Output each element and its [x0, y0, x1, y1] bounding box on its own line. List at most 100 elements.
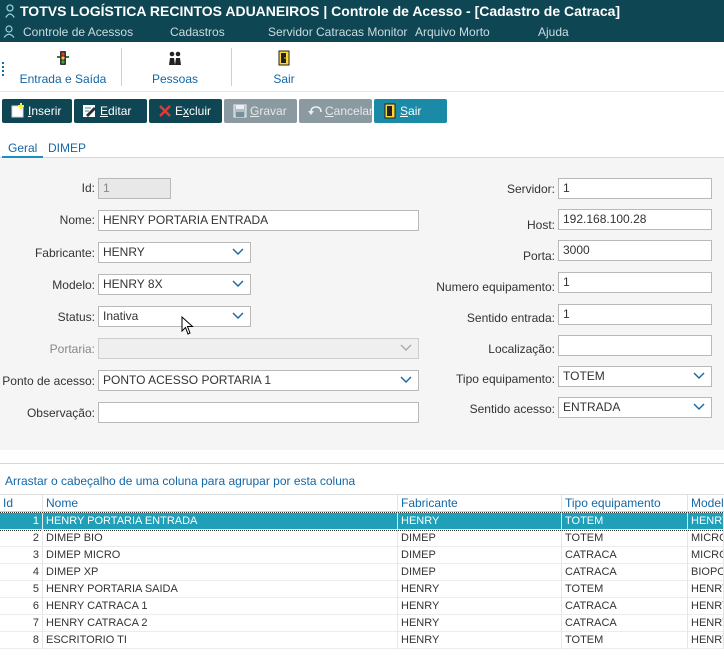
localizacao-field[interactable] — [558, 335, 712, 356]
cell-id: 6 — [0, 598, 43, 615]
cell-fabricante: DIMEP — [398, 530, 562, 547]
undo-icon — [308, 106, 322, 115]
table-row[interactable]: 4 DIMEP XP DIMEP CATRACA BIOPO — [0, 564, 724, 581]
inserir-button[interactable]: Inserir — [2, 99, 72, 123]
pessoas-button[interactable]: Pessoas — [140, 48, 210, 88]
tab-strip: Geral DIMEP — [0, 138, 724, 158]
cell-tipo-equipamento: CATRACA — [562, 598, 688, 615]
cell-id: 2 — [0, 530, 43, 547]
editar-button[interactable]: Editar — [74, 99, 147, 123]
table-row[interactable]: 3DIMEP MICRODIMEPCATRACAMICRO — [0, 547, 724, 564]
column-header-fabricante[interactable]: Fabricante — [398, 495, 562, 513]
servidor-field[interactable]: 1 — [558, 178, 712, 199]
quick-access-bar: Entrada e Saída Pessoas Sair — [0, 42, 724, 92]
delete-x-icon — [159, 105, 171, 117]
table-row[interactable]: 8ESCRITORIO TIHENRYTOTEMHENRY — [0, 632, 724, 649]
column-header-id[interactable]: Id — [0, 495, 43, 513]
status-select[interactable]: Inativa — [98, 306, 251, 327]
menu-bar: Controle de Acessos Cadastros Servidor C… — [0, 22, 724, 42]
fabricante-value: HENRY — [103, 245, 145, 259]
chevron-down-icon — [232, 248, 244, 255]
gravar-accel: G — [250, 104, 260, 118]
sair-accel: S — [400, 104, 409, 118]
tipo-equipamento-select[interactable]: TOTEM — [558, 366, 712, 387]
column-header-tipo-equipamento[interactable]: Tipo equipamento — [562, 495, 688, 513]
quickbar-divider — [121, 48, 122, 86]
cell-nome: HENRY PORTARIA SAIDA — [43, 581, 398, 598]
cell-nome: DIMEP XP — [43, 564, 398, 581]
table-row[interactable]: 1HENRY PORTARIA ENTRADAHENRYTOTEMHENRY — [0, 512, 724, 531]
tab-dimep[interactable]: DIMEP — [42, 138, 92, 158]
modelo-label: Modelo: — [52, 278, 95, 292]
cell-fabricante: HENRY — [398, 513, 562, 530]
menu-ajuda[interactable]: Ajuda — [538, 22, 569, 42]
catraca-form: Id: 1 Nome: HENRY PORTARIA ENTRADA Fabri… — [0, 158, 724, 450]
gravar-label: ravar — [259, 104, 287, 118]
status-label: Status: — [57, 310, 95, 324]
cell-nome: DIMEP MICRO — [43, 547, 398, 564]
sair-quick-button[interactable]: Sair — [262, 48, 306, 88]
cell-id: 4 — [0, 564, 43, 581]
table-row[interactable]: 6HENRY CATRACA 1HENRYCATRACAHENRY — [0, 598, 724, 615]
tipo-equipamento-label: Tipo equipamento: — [456, 372, 555, 386]
sentido-acesso-select[interactable]: ENTRADA — [558, 397, 712, 418]
excluir-button[interactable]: Excluir — [149, 99, 222, 123]
nome-field[interactable]: HENRY PORTARIA ENTRADA — [98, 210, 419, 231]
id-field: 1 — [98, 178, 171, 199]
modelo-select[interactable]: HENRY 8X — [98, 274, 251, 295]
menu-cadastros[interactable]: Cadastros — [170, 22, 225, 42]
cancelar-accel: C — [325, 104, 334, 118]
menu-servidor-catracas-monitor[interactable]: Servidor Catracas Monitor — [268, 22, 407, 42]
tab-geral[interactable]: Geral — [2, 138, 44, 158]
toolbar-grip[interactable] — [2, 62, 4, 76]
user-icon — [3, 25, 15, 38]
table-row[interactable]: 5HENRY PORTARIA SAIDAHENRYTOTEMHENRY — [0, 581, 724, 598]
table-row[interactable]: 7HENRY CATRACA 2HENRYCATRACAHENRY — [0, 615, 724, 632]
editar-accel: E — [100, 104, 109, 118]
chevron-down-icon — [232, 312, 244, 319]
ponto-acesso-select[interactable]: PONTO ACESSO PORTARIA 1 — [98, 370, 419, 391]
cell-id: 3 — [0, 547, 43, 564]
window-title-bar: TOTVS LOGÍSTICA RECINTOS ADUANEIROS | Co… — [0, 0, 724, 22]
cell-modelo: HENRY — [688, 615, 724, 632]
cell-fabricante: HENRY — [398, 598, 562, 615]
fabricante-select[interactable]: HENRY — [98, 242, 251, 263]
cancelar-button[interactable]: Cancelar — [299, 99, 373, 123]
cell-fabricante: DIMEP — [398, 564, 562, 581]
chevron-down-icon — [400, 344, 412, 351]
table-row[interactable]: 2DIMEP BIODIMEPTOTEMMICRO — [0, 530, 724, 547]
sair-label: air — [408, 104, 422, 118]
sair-button[interactable]: Sair — [374, 99, 447, 123]
cell-tipo-equipamento: TOTEM — [562, 632, 688, 649]
entrada-e-saida-button[interactable]: Entrada e Saída — [18, 48, 108, 88]
cell-nome: HENRY CATRACA 2 — [43, 615, 398, 632]
menu-controle-de-acessos[interactable]: Controle de Acessos — [23, 22, 133, 42]
column-header-modelo[interactable]: Modelo — [688, 495, 724, 513]
menu-arquivo-morto[interactable]: Arquivo Morto — [415, 22, 490, 42]
save-disk-icon — [233, 104, 247, 118]
insert-icon — [11, 103, 24, 118]
cell-id: 8 — [0, 632, 43, 649]
cell-modelo: HENRY — [688, 513, 724, 530]
modelo-value: HENRY 8X — [103, 277, 163, 291]
user-icon — [5, 4, 15, 18]
ponto-acesso-label: Ponto de acesso: — [2, 374, 95, 388]
gravar-button[interactable]: Gravar — [224, 99, 297, 123]
traffic-light-icon — [57, 51, 69, 65]
cell-tipo-equipamento: CATRACA — [562, 564, 688, 581]
mouse-pointer-icon — [181, 316, 194, 335]
sentido-entrada-label: Sentido entrada: — [466, 311, 555, 325]
tipo-equipamento-value: TOTEM — [563, 369, 605, 383]
exit-door-icon — [278, 50, 290, 66]
host-field[interactable]: 192.168.100.28 — [558, 209, 712, 230]
cell-nome: HENRY PORTARIA ENTRADA — [43, 513, 398, 530]
cell-modelo: HENRY — [688, 581, 724, 598]
sentido-entrada-field[interactable]: 1 — [558, 304, 712, 325]
entrada-e-saida-label: Entrada e Saída — [19, 72, 107, 86]
cell-fabricante: HENRY — [398, 632, 562, 649]
observacao-field[interactable] — [98, 402, 419, 423]
porta-field[interactable]: 3000 — [558, 240, 712, 261]
numero-equipamento-field[interactable]: 1 — [558, 272, 712, 293]
column-header-nome[interactable]: Nome — [43, 495, 398, 513]
status-value: Inativa — [103, 309, 139, 323]
